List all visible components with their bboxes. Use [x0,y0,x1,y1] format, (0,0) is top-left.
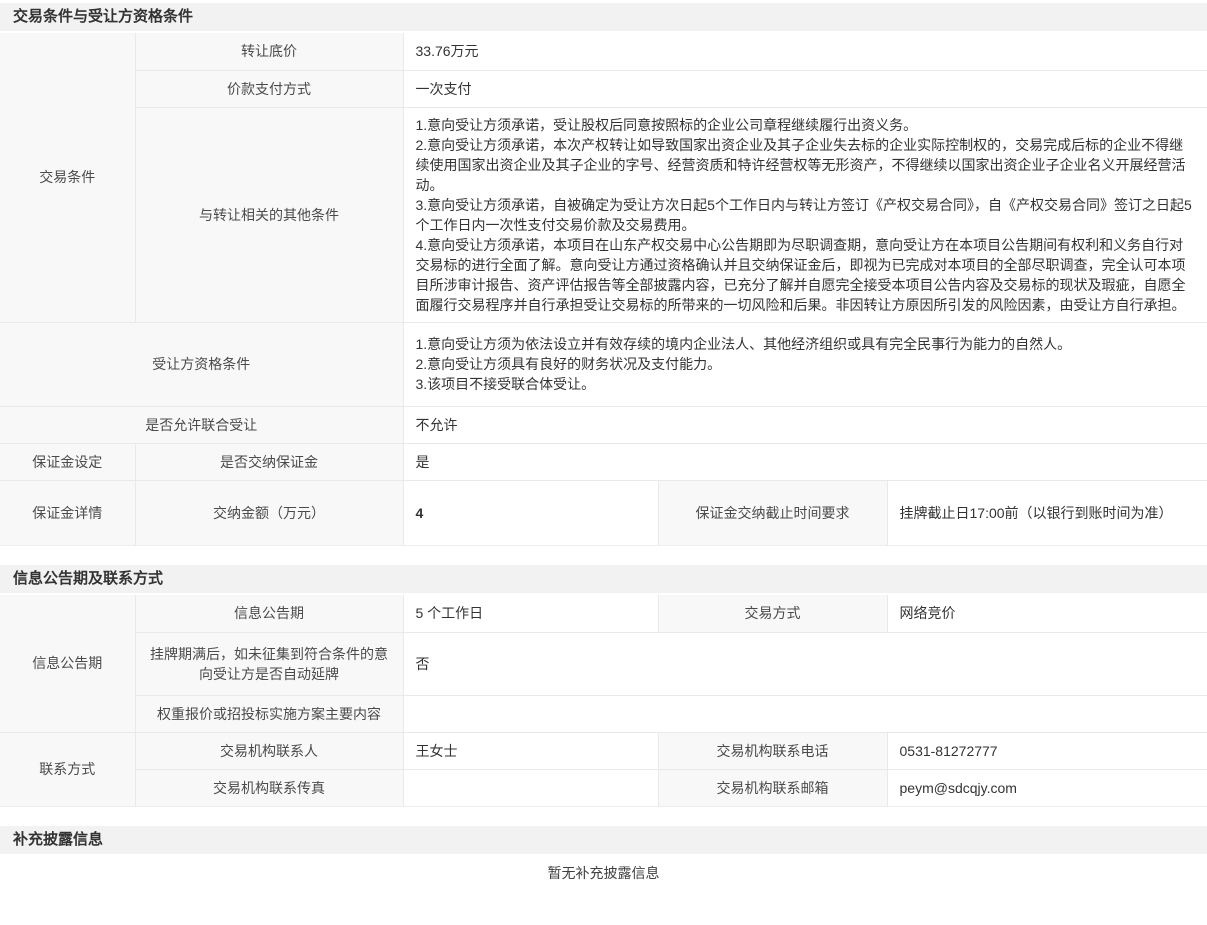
weight-quote-label: 权重报价或招投标实施方案主要内容 [135,695,403,732]
contact-phone-value: 0531-81272777 [887,732,1207,769]
deposit-setting-group-label: 保证金设定 [0,443,135,480]
floor-price-value: 33.76万元 [403,33,1207,70]
table-row: 价款支付方式 一次支付 [0,70,1207,107]
payment-method-label: 价款支付方式 [135,70,403,107]
table-row: 保证金详情 交纳金额（万元） 4 保证金交纳截止时间要求 挂牌截止日17:00前… [0,480,1207,545]
section-trade-conditions: 交易条件与受让方资格条件 交易条件 转让底价 33.76万元 价款支付方式 一次… [0,3,1207,546]
table-row: 挂牌期满后，如未征集到符合条件的意向受让方是否自动延牌 否 [0,632,1207,695]
deposit-required-value: 是 [403,443,1207,480]
contact-fax-label: 交易机构联系传真 [135,769,403,806]
announcement-group-label: 信息公告期 [0,595,135,732]
other-conditions-line-4: 4.意向受让方须承诺，本项目在山东产权交易中心公告期即为尽职调查期，意向受让方在… [416,235,1196,315]
floor-price-label: 转让底价 [135,33,403,70]
weight-quote-value [403,695,1207,732]
deposit-amount-value: 4 [403,480,658,545]
table-row: 联系方式 交易机构联系人 王女士 交易机构联系电话 0531-81272777 [0,732,1207,769]
other-conditions-line-3: 3.意向受让方须承诺，自被确定为受让方次日起5个工作日内与转让方签订《产权交易合… [416,195,1196,235]
contact-person-value: 王女士 [403,732,658,769]
deposit-deadline-label: 保证金交纳截止时间要求 [658,480,887,545]
auto-extend-value: 否 [403,632,1207,695]
table-row: 受让方资格条件 1.意向受让方须为依法设立并有效存续的境内企业法人、其他经济组织… [0,322,1207,406]
contact-email-label: 交易机构联系邮箱 [658,769,887,806]
qualification-line-2: 2.意向受让方须具有良好的财务状况及支付能力。 [416,354,1196,374]
section-trade-conditions-title: 交易条件与受让方资格条件 [0,3,1207,31]
table-row: 是否允许联合受让 不允许 [0,406,1207,443]
section-supplement-disclosure-title: 补充披露信息 [0,826,1207,854]
section-announcement-contact: 信息公告期及联系方式 信息公告期 信息公告期 5 个工作日 交易方式 网络竞价 … [0,565,1207,807]
contact-group-label: 联系方式 [0,732,135,806]
deposit-amount-label: 交纳金额（万元） [135,480,403,545]
joint-transfer-value: 不允许 [403,406,1207,443]
table-row: 交易机构联系传真 交易机构联系邮箱 peym@sdcqjy.com [0,769,1207,806]
other-conditions-line-1: 1.意向受让方须承诺，受让股权后同意按照标的企业公司章程继续履行出资义务。 [416,115,1196,135]
payment-method-value: 一次支付 [403,70,1207,107]
section-supplement-disclosure: 补充披露信息 暂无补充披露信息 [0,826,1207,890]
deposit-deadline-value: 挂牌截止日17:00前（以银行到账时间为准） [887,480,1207,545]
auto-extend-label: 挂牌期满后，如未征集到符合条件的意向受让方是否自动延牌 [135,632,403,695]
disclosure-page: 交易条件与受让方资格条件 交易条件 转让底价 33.76万元 价款支付方式 一次… [0,0,1207,890]
trade-method-label: 交易方式 [658,595,887,632]
contact-phone-label: 交易机构联系电话 [658,732,887,769]
trade-conditions-group-label: 交易条件 [0,33,135,322]
announce-period-label: 信息公告期 [135,595,403,632]
announce-period-value: 5 个工作日 [403,595,658,632]
trade-method-value: 网络竞价 [887,595,1207,632]
trade-conditions-table: 交易条件 转让底价 33.76万元 价款支付方式 一次支付 与转让相关的其他条件… [0,33,1207,545]
joint-transfer-label: 是否允许联合受让 [0,406,403,443]
qualification-line-3: 3.该项目不接受联合体受让。 [416,374,1196,394]
qualification-line-1: 1.意向受让方须为依法设立并有效存续的境内企业法人、其他经济组织或具有完全民事行… [416,334,1196,354]
table-row: 权重报价或招投标实施方案主要内容 [0,695,1207,732]
table-row: 交易条件 转让底价 33.76万元 [0,33,1207,70]
deposit-detail-group-label: 保证金详情 [0,480,135,545]
announcement-contact-table: 信息公告期 信息公告期 5 个工作日 交易方式 网络竞价 挂牌期满后，如未征集到… [0,595,1207,806]
supplement-empty-note: 暂无补充披露信息 [0,856,1207,890]
table-row: 与转让相关的其他条件 1.意向受让方须承诺，受让股权后同意按照标的企业公司章程继… [0,107,1207,322]
qualification-label: 受让方资格条件 [0,322,403,406]
section-announcement-contact-title: 信息公告期及联系方式 [0,565,1207,593]
contact-email-value: peym@sdcqjy.com [887,769,1207,806]
other-conditions-label: 与转让相关的其他条件 [135,107,403,322]
contact-person-label: 交易机构联系人 [135,732,403,769]
other-conditions-line-2: 2.意向受让方须承诺，本次产权转让如导致国家出资企业及其子企业失去标的企业实际控… [416,135,1196,195]
deposit-required-label: 是否交纳保证金 [135,443,403,480]
other-conditions-value: 1.意向受让方须承诺，受让股权后同意按照标的企业公司章程继续履行出资义务。 2.… [403,107,1207,322]
table-row: 信息公告期 信息公告期 5 个工作日 交易方式 网络竞价 [0,595,1207,632]
qualification-value: 1.意向受让方须为依法设立并有效存续的境内企业法人、其他经济组织或具有完全民事行… [403,322,1207,406]
contact-fax-value [403,769,658,806]
table-row: 保证金设定 是否交纳保证金 是 [0,443,1207,480]
